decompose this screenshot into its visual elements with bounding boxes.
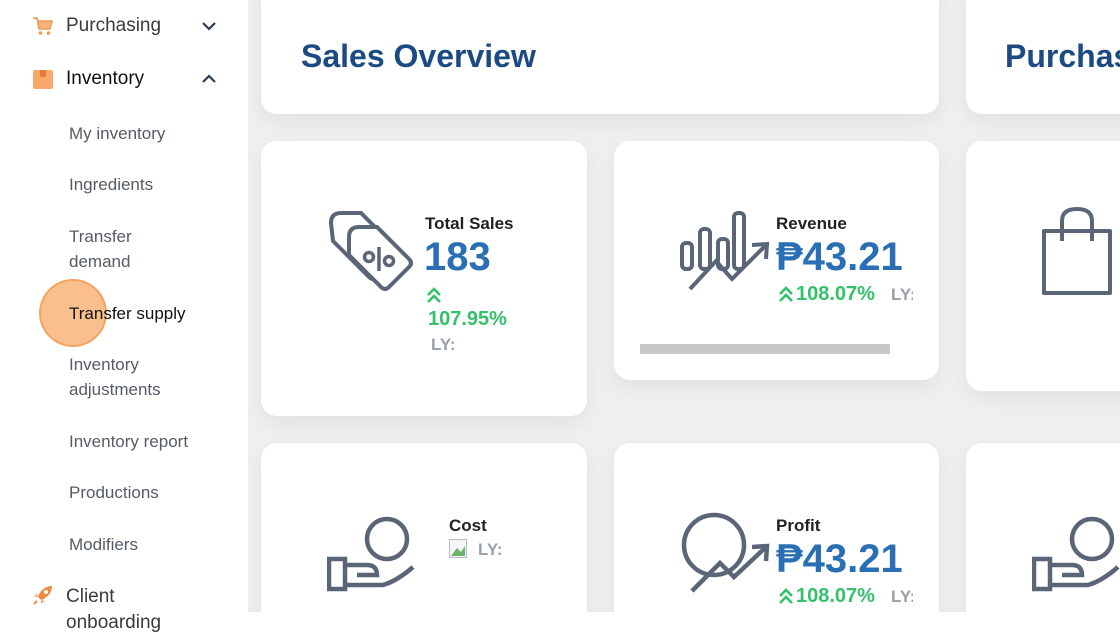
sales-overview-header-card: Sales Overview	[261, 0, 939, 114]
purchase-overview-header-card: Purchas	[966, 0, 1120, 114]
cost-card[interactable]: Cost LY:	[261, 443, 587, 612]
chart-bubble-growth-icon	[680, 511, 772, 600]
broken-image-icon	[449, 539, 467, 558]
double-chevron-up-icon	[779, 286, 793, 307]
total-sales-label: Total Sales	[425, 214, 514, 233]
chevron-up-icon[interactable]	[201, 71, 217, 87]
rocket-icon	[32, 584, 54, 606]
sidebar-subitem-inventory-adjustments[interactable]: Inventory adjustments	[69, 352, 199, 402]
sidebar-subitem-transfer-supply[interactable]: Transfer supply	[69, 301, 219, 326]
shopping-bag-icon	[1040, 206, 1114, 302]
total-sales-card[interactable]: Total Sales 183 107.95% LY:	[261, 141, 587, 416]
sidebar-item-purchasing[interactable]: Purchasing	[32, 15, 217, 37]
sidebar-item-inventory[interactable]: Inventory	[32, 68, 217, 90]
purchases-card[interactable]	[966, 141, 1120, 391]
double-chevron-up-icon	[779, 588, 793, 609]
revenue-card[interactable]: Revenue ₱43.21 108.07% LY:	[614, 141, 939, 380]
page-title: Sales Overview	[301, 38, 536, 74]
dashboard-main: Sales Overview Purchas Total Sales 183 1…	[248, 0, 1120, 612]
sidebar-subitem-transfer-demand[interactable]: Transfer demand	[69, 224, 169, 274]
profit-ly: LY:	[891, 587, 913, 606]
section-title-purchase: Purchas	[1005, 38, 1120, 74]
revenue-ly: LY:	[891, 285, 913, 304]
revenue-label: Revenue	[776, 214, 847, 233]
cost-ly: LY:	[478, 540, 503, 559]
profit-card[interactable]: Profit ₱43.21 108.07% LY:	[614, 443, 939, 612]
hand-coin-icon	[1031, 515, 1120, 598]
revenue-change: 108.07%	[796, 283, 875, 305]
bottom-strip	[248, 612, 1120, 628]
chevron-down-icon[interactable]	[201, 18, 217, 34]
cart-icon	[32, 15, 54, 37]
sidebar-subitem-ingredients[interactable]: Ingredients	[69, 172, 219, 197]
total-sales-change: 107.95%	[428, 308, 507, 330]
price-tag-icon	[328, 207, 415, 302]
sidebar-item-label: Client onboarding	[66, 586, 162, 633]
sidebar-item-client-onboarding[interactable]: Client onboarding	[32, 584, 217, 636]
box-icon	[32, 68, 54, 90]
returns-card[interactable]	[966, 443, 1120, 612]
sidebar: Purchasing Inventory My inventory Ingred…	[0, 0, 248, 633]
sidebar-subitem-productions[interactable]: Productions	[69, 480, 219, 505]
profit-change: 108.07%	[796, 585, 875, 607]
revenue-value: ₱43.21	[776, 235, 903, 279]
profit-value: ₱43.21	[776, 537, 903, 581]
sidebar-subitem-my-inventory[interactable]: My inventory	[69, 121, 219, 146]
sidebar-item-label: Purchasing	[66, 15, 162, 36]
profit-label: Profit	[776, 516, 821, 535]
double-chevron-up-icon	[427, 287, 441, 308]
sidebar-subitem-inventory-report[interactable]: Inventory report	[69, 429, 219, 454]
bar-chart-growth-icon	[680, 209, 772, 298]
sidebar-item-label: Inventory	[66, 68, 145, 89]
revenue-progress-bar	[640, 344, 890, 354]
cost-label: Cost	[449, 516, 487, 535]
total-sales-ly: LY:	[431, 335, 456, 354]
sidebar-subitem-modifiers[interactable]: Modifiers	[69, 532, 219, 557]
total-sales-value: 183	[424, 235, 491, 279]
hand-coin-icon	[326, 515, 417, 598]
